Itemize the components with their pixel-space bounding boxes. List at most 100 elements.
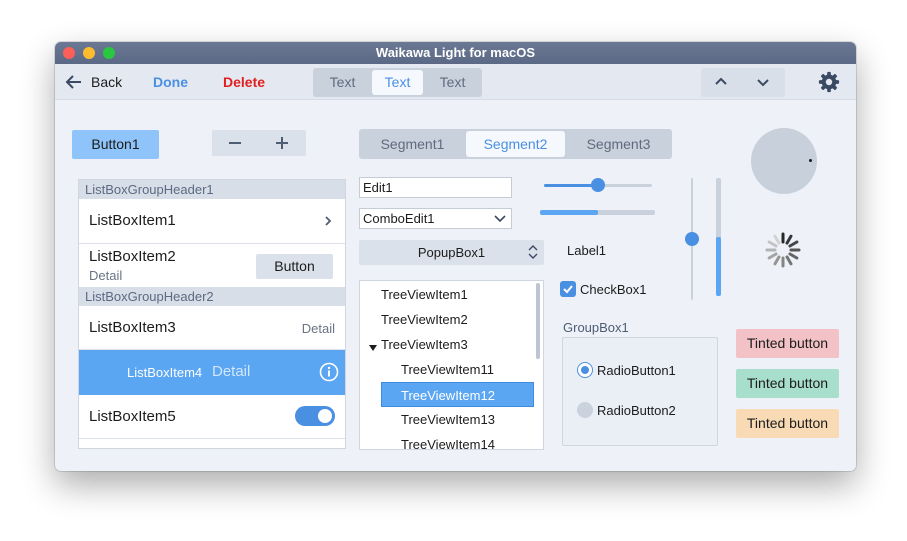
- toolbar-segment-2[interactable]: Text: [372, 70, 423, 95]
- list-item-5[interactable]: ListBoxItem5: [79, 395, 345, 439]
- stepper-buttons: [212, 130, 306, 156]
- close-window-button[interactable]: [63, 47, 75, 59]
- back-button[interactable]: Back: [91, 64, 122, 100]
- tree-item[interactable]: TreeViewItem3: [381, 332, 468, 357]
- chevron-down-icon: [757, 79, 769, 87]
- groupbox: RadioButton1 RadioButton2: [562, 337, 718, 446]
- horizontal-progress-bar: [540, 210, 655, 215]
- vertical-slider[interactable]: [685, 178, 699, 300]
- list-item-3[interactable]: ListBoxItem3 Detail: [79, 306, 345, 350]
- tree-view[interactable]: TreeViewItem1 TreeViewItem2 TreeViewItem…: [359, 280, 544, 450]
- list-item-3-detail: Detail: [301, 321, 335, 336]
- down-button[interactable]: [743, 68, 785, 97]
- up-down-buttons: [701, 68, 785, 97]
- list-item-1[interactable]: ListBoxItem1: [79, 199, 345, 244]
- list-item-2-button[interactable]: Button: [256, 254, 333, 279]
- spinner-spoke: [767, 252, 778, 260]
- toolbar: Back Done Delete Text Text Text: [55, 64, 856, 100]
- list-group-header-1: ListBoxGroupHeader1: [79, 180, 345, 199]
- tree-item[interactable]: TreeViewItem14: [401, 432, 495, 449]
- list-group-header-2: ListBoxGroupHeader2: [79, 287, 345, 306]
- combo-edit[interactable]: ComboEdit1: [359, 208, 512, 229]
- spinner-spoke: [767, 240, 778, 248]
- delete-button[interactable]: Delete: [223, 64, 265, 100]
- radio-button-2-label[interactable]: RadioButton2: [597, 403, 676, 418]
- tinted-button-orange[interactable]: Tinted button: [736, 409, 839, 438]
- tinted-button-green[interactable]: Tinted button: [736, 369, 839, 398]
- up-down-chevrons-icon: [528, 245, 538, 259]
- spinner-spoke: [785, 234, 793, 245]
- combo-edit-value: ComboEdit1: [363, 211, 435, 226]
- horizontal-slider-fill: [544, 184, 598, 187]
- radio-button-1-label[interactable]: RadioButton1: [597, 363, 676, 378]
- spinner-spoke: [785, 255, 793, 266]
- edit-field[interactable]: Edit1: [359, 177, 512, 198]
- up-button[interactable]: [701, 68, 743, 97]
- zoom-window-button[interactable]: [103, 47, 115, 59]
- list-box[interactable]: ListBoxGroupHeader1 ListBoxItem1 ListBox…: [78, 179, 346, 449]
- spinner-spoke: [773, 255, 781, 266]
- info-icon[interactable]: [319, 362, 339, 382]
- checkbox[interactable]: [560, 281, 576, 297]
- list-item-5-label: ListBoxItem5: [89, 408, 176, 425]
- app-window: Waikawa Light for macOS Back Done Delete…: [55, 42, 856, 471]
- gear-icon[interactable]: [818, 71, 840, 93]
- segmented-control: Segment1 Segment2 Segment3: [359, 129, 672, 159]
- window-title: Waikawa Light for macOS: [375, 45, 536, 60]
- chevron-up-icon: [715, 77, 727, 85]
- list-item-2-detail: Detail: [89, 268, 123, 283]
- minimize-window-button[interactable]: [83, 47, 95, 59]
- list-item-4-detail: Detail: [212, 363, 251, 380]
- spinner-spoke: [788, 252, 799, 260]
- groupbox-title: GroupBox1: [563, 320, 629, 335]
- tinted-button-red[interactable]: Tinted button: [736, 329, 839, 358]
- toolbar-segment-1[interactable]: Text: [315, 70, 370, 95]
- activity-spinner-icon: [765, 232, 801, 268]
- back-arrow-icon[interactable]: [65, 73, 83, 91]
- tree-item[interactable]: TreeViewItem1: [381, 282, 468, 307]
- plus-icon: [276, 137, 288, 149]
- radio-button-2[interactable]: [577, 402, 593, 418]
- chevron-down-icon[interactable]: [494, 215, 506, 223]
- segment-3[interactable]: Segment3: [567, 131, 670, 157]
- segment-1[interactable]: Segment1: [361, 131, 464, 157]
- done-button[interactable]: Done: [153, 64, 188, 100]
- tree-item-selected[interactable]: TreeViewItem12: [381, 382, 534, 407]
- checkbox-label[interactable]: CheckBox1: [580, 282, 646, 297]
- popup-box-value: PopupBox1: [417, 245, 486, 260]
- toolbar-segment-3[interactable]: Text: [425, 70, 480, 95]
- dial-indicator: [809, 159, 812, 162]
- toolbar-segmented-control: Text Text Text: [313, 68, 482, 97]
- vertical-progress-fill: [716, 237, 721, 296]
- tree-item[interactable]: TreeViewItem11: [401, 357, 494, 382]
- horizontal-slider[interactable]: [544, 178, 652, 192]
- list-item-2[interactable]: ListBoxItem2 Detail Button: [79, 244, 345, 287]
- toggle-knob: [318, 409, 332, 423]
- vertical-progress-bar: [716, 178, 721, 296]
- tree-item[interactable]: TreeViewItem13: [401, 407, 495, 432]
- spinner-spoke: [788, 240, 799, 248]
- tree-item[interactable]: TreeViewItem2: [381, 307, 468, 332]
- vertical-slider-thumb[interactable]: [685, 232, 699, 246]
- checkmark-icon: [563, 285, 573, 294]
- expand-triangle-icon[interactable]: [369, 345, 377, 351]
- minus-button[interactable]: [212, 130, 259, 156]
- list-item-4[interactable]: ListBoxItem4 Detail: [79, 350, 345, 395]
- title-bar: Waikawa Light for macOS: [55, 42, 856, 64]
- spinner-spoke: [773, 234, 781, 245]
- dial-knob[interactable]: [751, 128, 817, 194]
- chevron-right-icon: [325, 216, 332, 226]
- list-item-5-toggle[interactable]: [295, 406, 335, 426]
- radio-button-1[interactable]: [577, 362, 593, 378]
- plus-button[interactable]: [259, 130, 306, 156]
- list-item-4-label: ListBoxItem4: [127, 365, 203, 380]
- segment-2[interactable]: Segment2: [466, 131, 565, 157]
- popup-box[interactable]: PopupBox1: [359, 240, 544, 265]
- list-item-1-label: ListBoxItem1: [89, 212, 176, 229]
- button1[interactable]: Button1: [72, 130, 159, 159]
- minus-icon: [229, 142, 241, 144]
- horizontal-progress-fill: [540, 210, 598, 215]
- list-item-3-label: ListBoxItem3: [89, 319, 176, 336]
- tree-scrollbar[interactable]: [536, 283, 540, 359]
- horizontal-slider-thumb[interactable]: [591, 178, 605, 192]
